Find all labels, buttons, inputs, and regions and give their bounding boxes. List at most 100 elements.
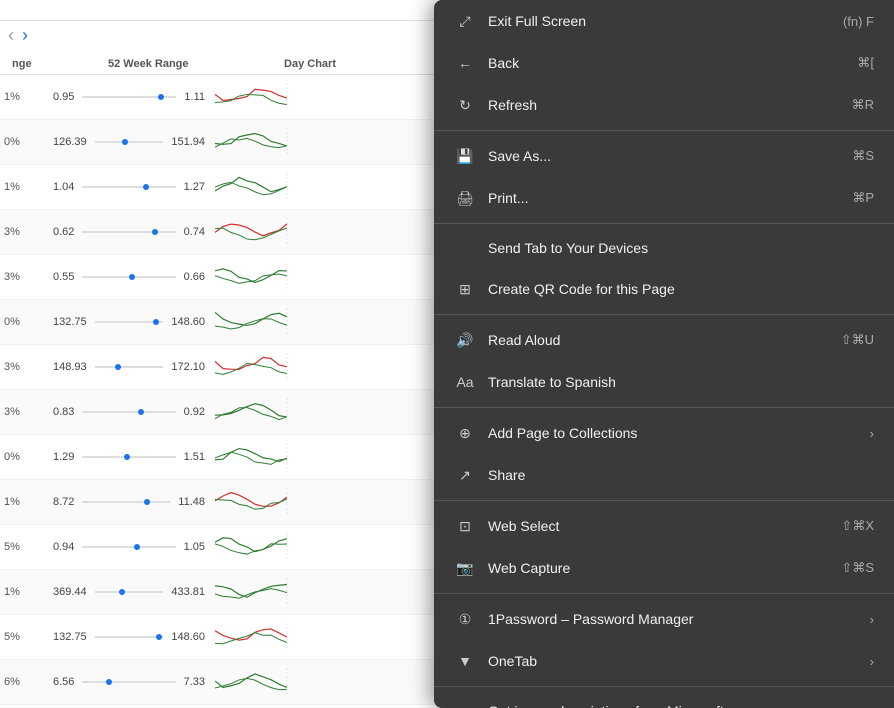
table-row: 3% 148.93 172.10 xyxy=(0,345,440,390)
print-icon: 🖨 xyxy=(454,187,476,209)
cell-chart xyxy=(205,261,305,293)
menu-item-1password[interactable]: ① 1Password – Password Manager › xyxy=(434,598,894,640)
cell-52week: 0.95 1.11 xyxy=(45,91,205,103)
header-52week: 52 Week Range xyxy=(100,58,260,70)
table-row: 3% 0.55 0.66 xyxy=(0,255,440,300)
menu-item-print[interactable]: 🖨 Print... ⌘P xyxy=(434,177,894,219)
menu-label: Refresh xyxy=(488,97,844,113)
cell-chart xyxy=(205,531,305,563)
read-aloud-icon: 🔊 xyxy=(454,329,476,351)
cell-52week: 0.62 0.74 xyxy=(45,226,205,238)
background-page: ‹ › nge 52 Week Range Day Chart 1% 0.95 … xyxy=(0,0,440,708)
menu-divider xyxy=(434,593,894,594)
nav-back[interactable]: ‹ xyxy=(8,25,14,46)
cell-chart xyxy=(205,441,305,473)
save-as-icon: 💾 xyxy=(454,145,476,167)
cell-pct: 0% xyxy=(0,136,45,148)
table-row: 6% 6.56 7.33 xyxy=(0,660,440,705)
cell-52week: 1.04 1.27 xyxy=(45,181,205,193)
cell-52week: 6.56 7.33 xyxy=(45,676,205,688)
menu-item-send-tab[interactable]: Send Tab to Your Devices xyxy=(434,228,894,268)
cell-chart xyxy=(205,171,305,203)
menu-label: Create QR Code for this Page xyxy=(488,281,874,297)
table-row: 0% 1.29 1.51 xyxy=(0,435,440,480)
menu-label: 1Password – Password Manager xyxy=(488,611,862,627)
menu-item-read-aloud[interactable]: 🔊 Read Aloud ⇧⌘U xyxy=(434,319,894,361)
back-icon: ← xyxy=(454,52,476,74)
web-capture-icon: 📷 xyxy=(454,557,476,579)
menu-item-refresh[interactable]: ↻ Refresh ⌘R xyxy=(434,84,894,126)
qr-code-icon: ⊞ xyxy=(454,278,476,300)
table-row: 5% 132.75 148.60 xyxy=(0,615,440,660)
cell-52week: 1.29 1.51 xyxy=(45,451,205,463)
menu-label: Print... xyxy=(488,190,844,206)
menu-item-share[interactable]: ↗ Share xyxy=(434,454,894,496)
add-collections-icon: ⊕ xyxy=(454,422,476,444)
menu-item-onetab[interactable]: ▼ OneTab › xyxy=(434,640,894,682)
cell-pct: 5% xyxy=(0,541,45,553)
menu-label: Translate to Spanish xyxy=(488,374,874,390)
cell-chart xyxy=(205,486,305,518)
menu-divider xyxy=(434,314,894,315)
stock-table: 1% 0.95 1.11 0% 126.39 xyxy=(0,75,440,708)
table-row: 5% 0.94 1.05 xyxy=(0,525,440,570)
cell-pct: 3% xyxy=(0,271,45,283)
menu-item-qr-code[interactable]: ⊞ Create QR Code for this Page xyxy=(434,268,894,310)
menu-label: Exit Full Screen xyxy=(488,13,835,29)
cell-chart xyxy=(205,216,305,248)
shortcut: ⇧⌘X xyxy=(841,518,874,534)
cell-chart xyxy=(205,576,305,608)
menu-item-add-collections[interactable]: ⊕ Add Page to Collections › xyxy=(434,412,894,454)
table-row: 1% 369.44 433.81 xyxy=(0,570,440,615)
cell-52week: 126.39 151.94 xyxy=(45,136,205,148)
cell-52week: 369.44 433.81 xyxy=(45,586,205,598)
shortcut: ⇧⌘U xyxy=(841,332,874,348)
shortcut: ⌘[ xyxy=(857,55,874,71)
shortcut: (fn) F xyxy=(843,14,874,29)
header-range: nge xyxy=(0,58,100,70)
menu-item-web-capture[interactable]: 📷 Web Capture ⇧⌘S xyxy=(434,547,894,589)
cell-pct: 3% xyxy=(0,226,45,238)
cell-pct: 3% xyxy=(0,361,45,373)
cell-52week: 0.94 1.05 xyxy=(45,541,205,553)
chevron-icon: › xyxy=(870,612,874,627)
menu-label: Save As... xyxy=(488,148,844,164)
cell-pct: 3% xyxy=(0,406,45,418)
menu-label: Read Aloud xyxy=(488,332,833,348)
nav-forward[interactable]: › xyxy=(22,25,28,46)
shortcut: ⌘R xyxy=(852,97,874,113)
cell-pct: 1% xyxy=(0,586,45,598)
cell-pct: 5% xyxy=(0,631,45,643)
share-icon: ↗ xyxy=(454,464,476,486)
menu-item-image-descriptions[interactable]: Get image descriptions from Microsoft › xyxy=(434,691,894,708)
cell-52week: 8.72 11.48 xyxy=(45,496,205,508)
menu-label: Send Tab to Your Devices xyxy=(488,240,874,256)
menu-item-web-select[interactable]: ⊡ Web Select ⇧⌘X xyxy=(434,505,894,547)
cell-chart xyxy=(205,351,305,383)
menu-divider xyxy=(434,130,894,131)
onetab-icon: ▼ xyxy=(454,650,476,672)
menu-divider xyxy=(434,686,894,687)
shortcut: ⌘P xyxy=(852,190,874,206)
1password-icon: ① xyxy=(454,608,476,630)
menu-label: OneTab xyxy=(488,653,862,669)
menu-item-translate[interactable]: Aa Translate to Spanish xyxy=(434,361,894,403)
shortcut: ⇧⌘S xyxy=(841,560,874,576)
menu-label: Web Capture xyxy=(488,560,833,576)
context-menu: ⤢ Exit Full Screen (fn) F ← Back ⌘[ ↻ Re… xyxy=(434,0,894,708)
table-row: 3% 0.83 0.92 xyxy=(0,390,440,435)
cell-52week: 148.93 172.10 xyxy=(45,361,205,373)
cell-pct: 1% xyxy=(0,91,45,103)
cell-chart xyxy=(205,621,305,653)
menu-divider xyxy=(434,223,894,224)
cell-pct: 1% xyxy=(0,496,45,508)
cell-52week: 0.55 0.66 xyxy=(45,271,205,283)
menu-item-save-as[interactable]: 💾 Save As... ⌘S xyxy=(434,135,894,177)
table-row: 0% 126.39 151.94 xyxy=(0,120,440,165)
cell-chart xyxy=(205,396,305,428)
menu-item-back[interactable]: ← Back ⌘[ xyxy=(434,42,894,84)
cell-pct: 1% xyxy=(0,181,45,193)
cell-pct: 6% xyxy=(0,676,45,688)
web-select-icon: ⊡ xyxy=(454,515,476,537)
menu-item-exit-fullscreen[interactable]: ⤢ Exit Full Screen (fn) F xyxy=(434,0,894,42)
